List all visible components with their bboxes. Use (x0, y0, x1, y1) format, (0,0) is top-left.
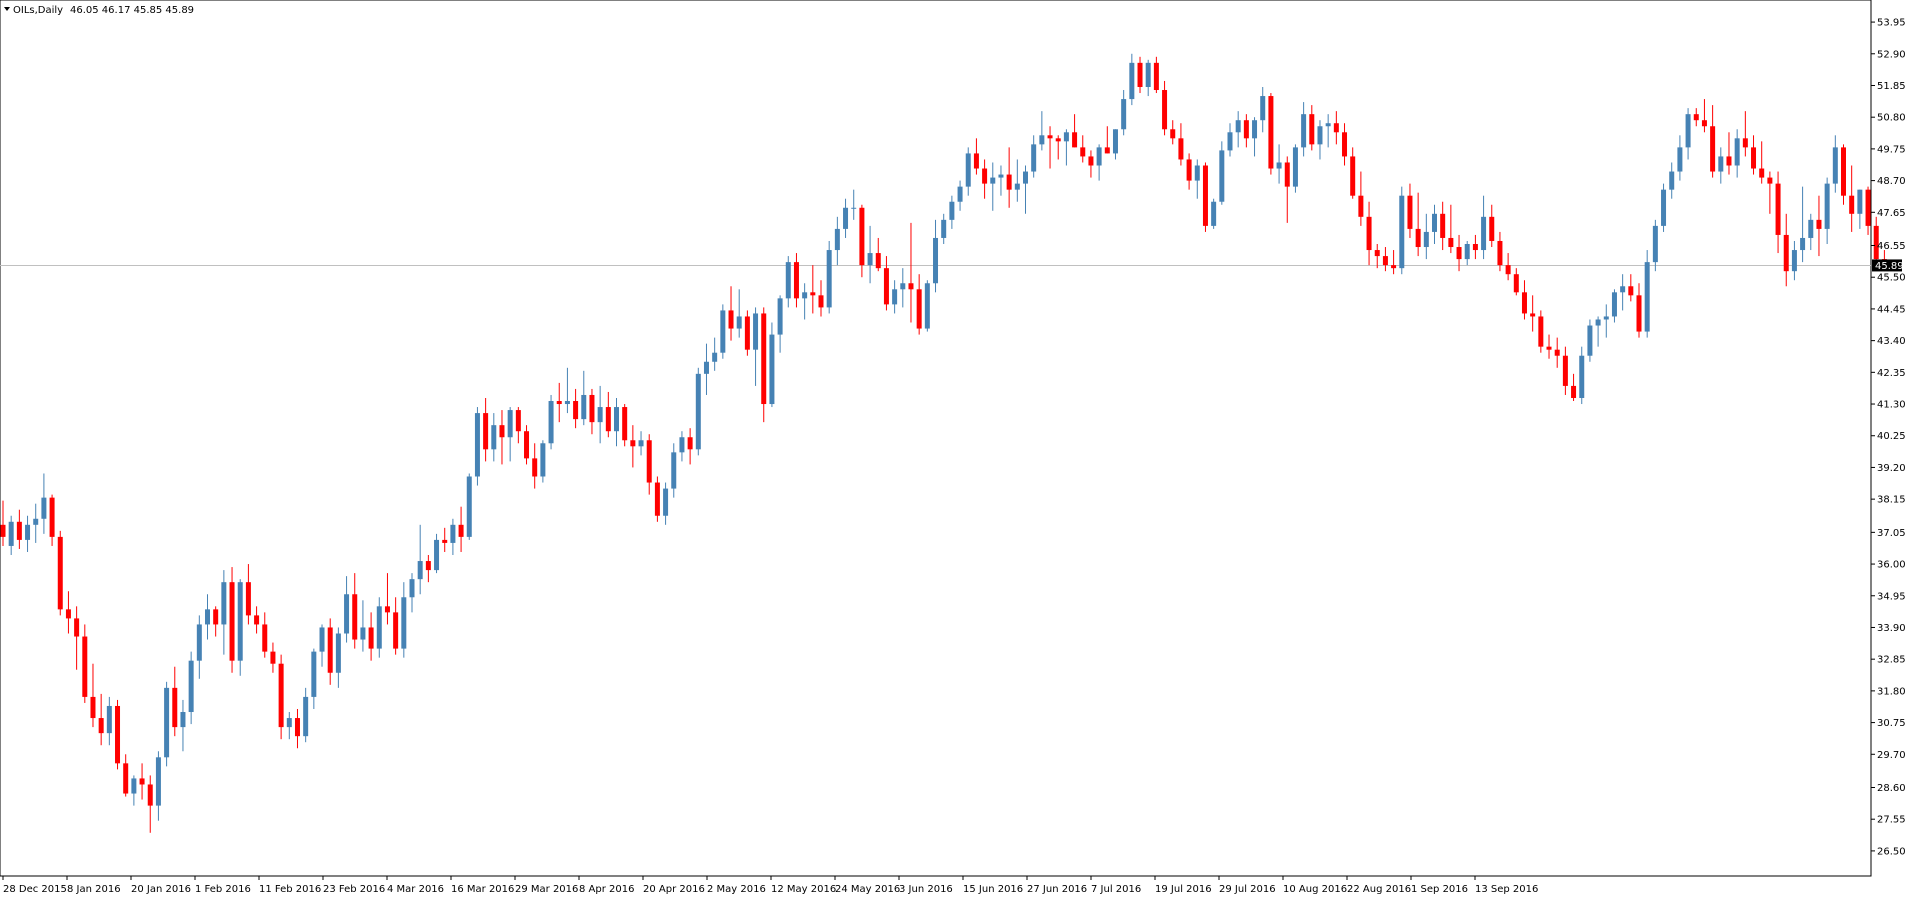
candle (57, 530, 63, 616)
y-tick-label: 29.70 (1877, 750, 1906, 761)
y-tick-label: 50.80 (1877, 113, 1906, 124)
candle (695, 367, 701, 456)
y-tick-label: 33.90 (1877, 623, 1906, 634)
y-tick-label: 26.50 (1877, 846, 1906, 857)
candle (376, 597, 382, 658)
candle (466, 473, 472, 540)
x-tick-label: 3 Jun 2016 (899, 884, 953, 895)
x-axis: 28 Dec 2015 8 Jan 2016 20 Jan 2016 1 Feb 20… (2, 876, 1538, 895)
y-tick-label: 53.95 (1877, 18, 1906, 29)
candle (1661, 183, 1667, 232)
candle (548, 394, 554, 450)
x-tick-label: 4 Mar 2016 (387, 884, 444, 895)
candle (1292, 144, 1298, 193)
candle (164, 681, 170, 767)
x-tick-label: 12 May 2016 (771, 884, 836, 895)
x-tick-label: 10 Aug 2016 (1283, 884, 1347, 895)
candle (229, 567, 235, 673)
candle (744, 310, 750, 356)
y-tick-label: 32.85 (1877, 655, 1906, 666)
candle (1841, 144, 1846, 205)
x-tick-label: 29 Mar 2016 (515, 884, 578, 895)
x-tick-label: 1 Feb 2016 (195, 884, 251, 895)
y-tick-label: 30.75 (1877, 718, 1906, 729)
chart-title: OILs,Daily (13, 5, 63, 16)
candle (720, 304, 726, 359)
x-tick-label: 7 Jul 2016 (1091, 884, 1141, 895)
candle (1202, 162, 1208, 232)
candle (278, 654, 284, 740)
x-tick-label: 19 Jul 2016 (1155, 884, 1212, 895)
y-tick-label: 34.95 (1877, 591, 1906, 602)
y-tick-label: 51.85 (1877, 81, 1906, 92)
candle (1873, 216, 1879, 263)
candle (1538, 310, 1544, 353)
y-tick-label: 39.20 (1877, 463, 1906, 474)
candle (1587, 319, 1593, 362)
candle (654, 476, 660, 522)
svg-text:45.89: 45.89 (1875, 261, 1904, 272)
y-tick-label: 41.30 (1877, 400, 1906, 411)
candle (769, 322, 775, 408)
candle (1399, 186, 1405, 275)
x-tick-label: 27 Jun 2016 (1027, 884, 1087, 895)
x-tick-label: 8 Jan 2016 (67, 884, 121, 895)
ohlc-values: 46.05 46.17 45.85 45.89 (70, 5, 194, 16)
x-tick-label: 1 Sep 2016 (1411, 884, 1468, 895)
y-tick-label: 52.90 (1877, 49, 1906, 60)
candle (1211, 198, 1217, 229)
x-tick-label: 11 Feb 2016 (259, 884, 321, 895)
y-tick-label: 42.35 (1877, 368, 1906, 379)
x-tick-label: 29 Jul 2016 (1219, 884, 1276, 895)
candle (826, 240, 832, 314)
y-tick-label: 45.50 (1877, 273, 1906, 284)
x-tick-label: 2 May 2016 (707, 884, 766, 895)
candle (540, 440, 546, 483)
y-tick-label: 44.45 (1877, 304, 1906, 315)
x-tick-label: 13 Sep 2016 (1475, 884, 1538, 895)
y-axis: 53.95 52.90 51.85 50.80 49.75 48.70 47.65 46.55… (1871, 18, 1906, 857)
x-tick-label: 20 Jan 2016 (131, 884, 191, 895)
y-tick-label: 36.00 (1877, 560, 1906, 571)
y-tick-label: 48.70 (1877, 176, 1906, 187)
y-tick-label: 40.25 (1877, 431, 1906, 442)
x-tick-label: 20 Apr 2016 (643, 884, 705, 895)
x-tick-label: 22 Aug 2016 (1347, 884, 1411, 895)
y-tick-label: 46.55 (1877, 241, 1906, 252)
candle (622, 404, 628, 447)
y-tick-label: 49.75 (1877, 144, 1906, 155)
current-price-label: 45.89 (1872, 259, 1904, 272)
candle (1644, 250, 1650, 338)
y-tick-label: 38.15 (1877, 495, 1906, 506)
candle (474, 407, 480, 486)
y-tick-label: 31.80 (1877, 686, 1906, 697)
candle (1268, 93, 1274, 175)
plot-area-border (0, 0, 1872, 877)
x-tick-label: 28 Dec 2015 (3, 884, 67, 895)
y-tick-label: 43.40 (1877, 336, 1906, 347)
x-tick-label: 15 Jun 2016 (963, 884, 1023, 895)
y-tick-label: 37.05 (1877, 528, 1906, 539)
chart-title-group: OILs,Daily 46.05 46.17 45.85 45.89 (4, 5, 194, 16)
y-tick-label: 27.55 (1877, 815, 1906, 826)
x-tick-label: 8 Apr 2016 (579, 884, 634, 895)
y-tick-label: 28.60 (1877, 783, 1906, 794)
candle (924, 280, 930, 332)
candle (115, 699, 121, 770)
candle (1219, 141, 1225, 205)
y-tick-label: 47.65 (1877, 208, 1906, 219)
price-chart[interactable]: 53.95 52.90 51.85 50.80 49.75 48.70 47.65 46.55… (0, 0, 1912, 897)
x-tick-label: 16 Mar 2016 (451, 884, 514, 895)
x-tick-label: 23 Feb 2016 (323, 884, 385, 895)
x-tick-label: 24 May 2016 (835, 884, 900, 895)
